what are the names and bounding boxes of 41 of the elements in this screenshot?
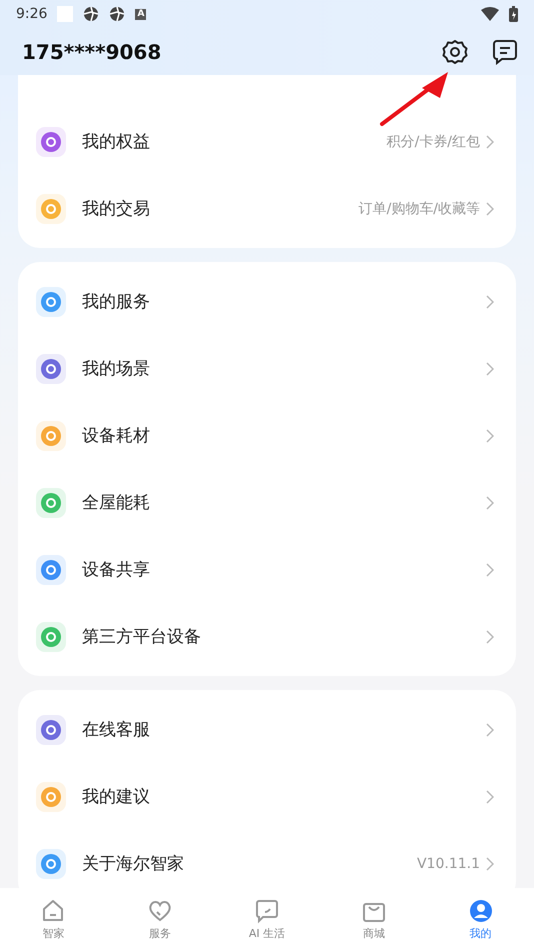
nav-tab[interactable]: 智家	[0, 888, 107, 950]
app-icon	[109, 6, 126, 22]
chevron-icon	[486, 856, 494, 870]
menu-hint: 积分/卡券/红包	[386, 132, 480, 150]
status-time: 9:26	[16, 6, 48, 22]
menu-label[interactable]: 我的交易	[82, 197, 359, 220]
menu-label[interactable]: 设备共享	[82, 558, 486, 581]
chevron-icon	[486, 362, 494, 376]
user-icon	[468, 898, 494, 924]
nav-tab[interactable]: 我的	[427, 888, 534, 950]
menu-label[interactable]: 我的建议	[82, 785, 486, 808]
chevron-icon	[486, 630, 494, 644]
menu-label[interactable]: 在线客服	[82, 718, 486, 741]
app-icon	[83, 6, 100, 22]
menu-label[interactable]: 第三方平台设备	[82, 625, 486, 648]
chevron-icon	[486, 294, 494, 308]
menu-label[interactable]: 全屋能耗	[82, 491, 486, 514]
menu-label[interactable]: 设备耗材	[82, 424, 486, 447]
keyboard-badge: A	[135, 8, 146, 20]
chevron-icon	[486, 790, 494, 804]
chevron-icon	[486, 722, 494, 736]
menu-label[interactable]: 关于海尔智家	[82, 852, 417, 875]
chevron-icon	[486, 496, 494, 510]
nav-tab[interactable]: 商城	[320, 888, 428, 950]
account-number: 175****9068	[22, 40, 162, 64]
menu-hint: 订单/购物车/收藏等	[358, 200, 480, 218]
nav-tab[interactable]: AI 生活	[214, 888, 320, 950]
chat-icon	[254, 898, 280, 924]
chevron-icon	[486, 202, 494, 216]
menu-label[interactable]: 我的服务	[82, 290, 486, 313]
chevron-icon	[486, 428, 494, 442]
menu-label[interactable]: 我的权益	[82, 130, 387, 153]
menu-hint: V10.11.1	[416, 856, 480, 872]
menu-label[interactable]: 我的场景	[82, 357, 486, 380]
annotation-arrow	[378, 70, 450, 126]
nav-tab[interactable]: 服务	[106, 888, 214, 950]
wifi-icon	[481, 7, 499, 21]
chevron-icon	[486, 562, 494, 576]
chevron-icon	[486, 134, 494, 148]
battery-icon	[509, 6, 518, 22]
notification-icon	[57, 6, 74, 22]
